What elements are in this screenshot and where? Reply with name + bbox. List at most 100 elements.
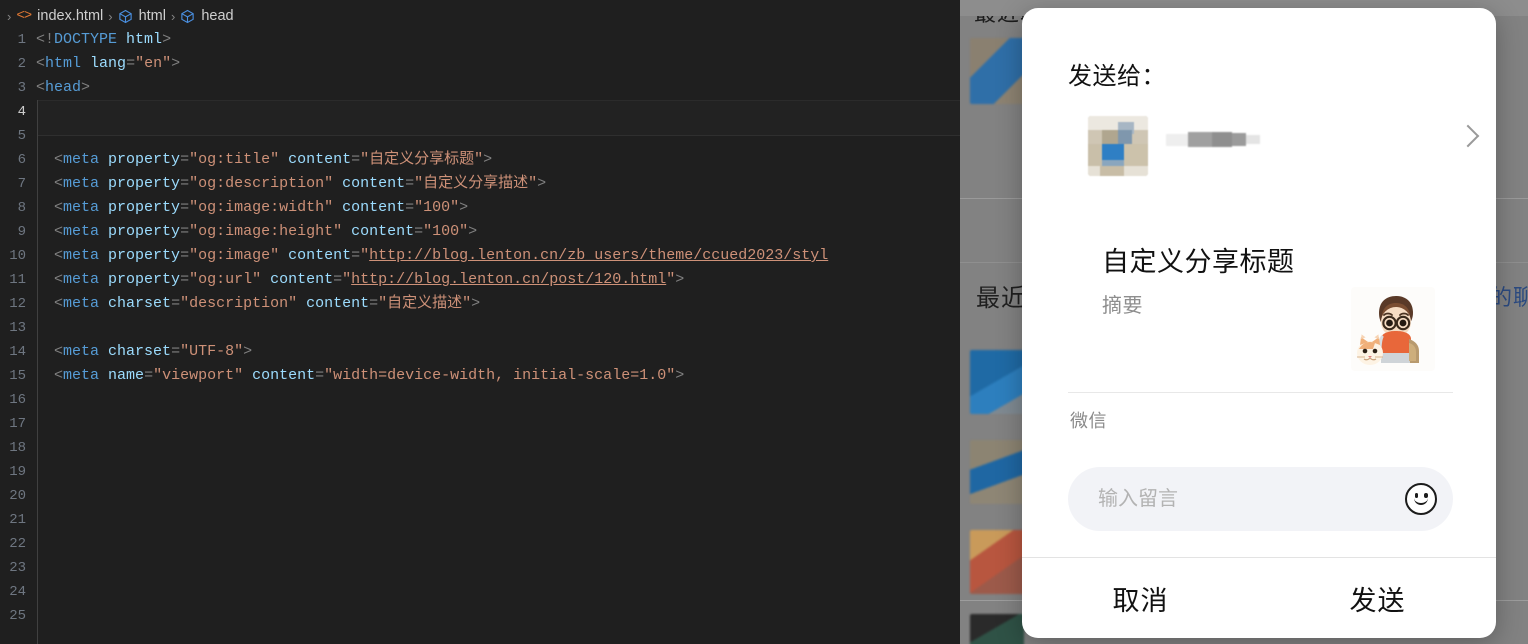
code-line[interactable]: <meta name="viewport" content="width=dev… — [30, 364, 960, 388]
code-token: "description" — [180, 295, 298, 312]
blurred-avatar — [970, 614, 1024, 644]
code-token: html — [126, 31, 163, 48]
code-line[interactable] — [30, 100, 960, 124]
code-token: meta — [63, 271, 100, 288]
code-token: > — [675, 367, 685, 384]
line-number: 2 — [17, 56, 26, 72]
code-token: "自定义分享描述" — [414, 175, 538, 192]
code-token: < — [36, 295, 64, 312]
code-token: property — [108, 199, 181, 216]
code-line[interactable] — [30, 316, 960, 340]
code-token: "og:image" — [189, 247, 280, 264]
send-button[interactable]: 发送 — [1259, 579, 1496, 618]
code-token: html — [45, 55, 82, 72]
code-content[interactable]: <!DOCTYPE html> <html lang="en"> <head> <m… — [30, 28, 960, 644]
breadcrumb-item-html[interactable]: html — [118, 8, 166, 24]
line-number: 3 — [17, 80, 26, 96]
cancel-button[interactable]: 取消 — [1022, 579, 1259, 618]
screen-root: › <> index.html › html › head 1234567891… — [0, 0, 1528, 644]
line-number: 9 — [17, 224, 26, 240]
code-token: "og:url" — [189, 271, 262, 288]
code-token: "en" — [135, 55, 172, 72]
code-line[interactable]: <html lang="en"> — [30, 52, 960, 76]
code-token: < — [36, 343, 64, 360]
line-number: 24 — [9, 584, 26, 600]
code-token: "自定义描述" — [378, 295, 472, 312]
code-token: meta — [63, 223, 100, 240]
breadcrumb-label: index.html — [37, 8, 104, 24]
line-number: 15 — [9, 368, 26, 384]
code-token: content — [270, 271, 334, 288]
code-token: = — [414, 223, 424, 240]
code-line[interactable]: <meta property="og:image:width" content=… — [30, 196, 960, 220]
line-number-gutter: 1 2 3 4 5 6 7 8 9 10 11 12 13 14 15 16 17 18 19 20 21 22 23 24 2… — [0, 28, 30, 644]
code-line[interactable]: <meta property="og:title" content="自定义分享… — [30, 148, 960, 172]
smiley-face-icon[interactable] — [1405, 483, 1437, 515]
code-token: < — [36, 175, 64, 192]
line-number: 5 — [17, 128, 26, 144]
code-token: < — [36, 271, 64, 288]
line-number: 19 — [9, 464, 26, 480]
code-token: = — [351, 151, 361, 168]
code-line[interactable]: <meta property="og:image" content="http:… — [30, 244, 960, 268]
code-line[interactable]: <!DOCTYPE html> — [30, 28, 960, 52]
code-token: " — [666, 271, 676, 288]
code-line[interactable]: <meta property="og:description" content=… — [30, 172, 960, 196]
code-line[interactable]: <meta property="og:url" content="http://… — [30, 268, 960, 292]
code-token: name — [108, 367, 145, 384]
message-input-container[interactable] — [1068, 467, 1453, 531]
line-number: 6 — [17, 152, 26, 168]
line-number: 8 — [17, 200, 26, 216]
code-token: charset — [108, 295, 172, 312]
code-line[interactable] — [30, 124, 960, 148]
code-token: < — [36, 55, 46, 72]
code-token: content — [342, 175, 406, 192]
line-number: 20 — [9, 488, 26, 504]
line-number: 14 — [9, 344, 26, 360]
code-token: meta — [63, 343, 100, 360]
code-line[interactable]: <meta property="og:image:height" content… — [30, 220, 960, 244]
code-line[interactable]: <meta charset="UTF-8"> — [30, 340, 960, 364]
share-description: 摘要 — [1102, 295, 1143, 317]
code-token: "UTF-8" — [180, 343, 244, 360]
code-token: = — [405, 199, 415, 216]
code-line[interactable]: <head> — [30, 76, 960, 100]
code-token: "og:image:height" — [189, 223, 343, 240]
code-line[interactable]: <meta charset="description" content="自定义… — [30, 292, 960, 316]
code-token: = — [171, 295, 181, 312]
code-token: meta — [63, 247, 100, 264]
code-token: = — [180, 175, 190, 192]
code-token: < — [36, 199, 64, 216]
code-token: property — [108, 247, 181, 264]
code-token: < — [36, 247, 64, 264]
code-token: charset — [108, 343, 172, 360]
code-token: DOCTYPE — [54, 31, 118, 48]
code-token: lang — [90, 55, 127, 72]
code-token: meta — [63, 295, 100, 312]
code-token: > — [483, 151, 493, 168]
breadcrumb-item-head[interactable]: head — [180, 8, 234, 24]
line-number: 7 — [17, 176, 26, 192]
line-number: 23 — [9, 560, 26, 576]
message-input[interactable] — [1098, 467, 1388, 531]
code-token: = — [180, 271, 190, 288]
code-token: > — [675, 271, 685, 288]
line-number: 25 — [9, 608, 26, 624]
breadcrumb-item-index-html[interactable]: <> index.html — [16, 8, 103, 24]
symbol-cube-icon — [180, 9, 195, 24]
contact-row[interactable] — [1062, 108, 1462, 180]
dialog-divider — [1068, 392, 1453, 393]
code-token: > — [459, 199, 469, 216]
code-token: "og:image:width" — [189, 199, 334, 216]
